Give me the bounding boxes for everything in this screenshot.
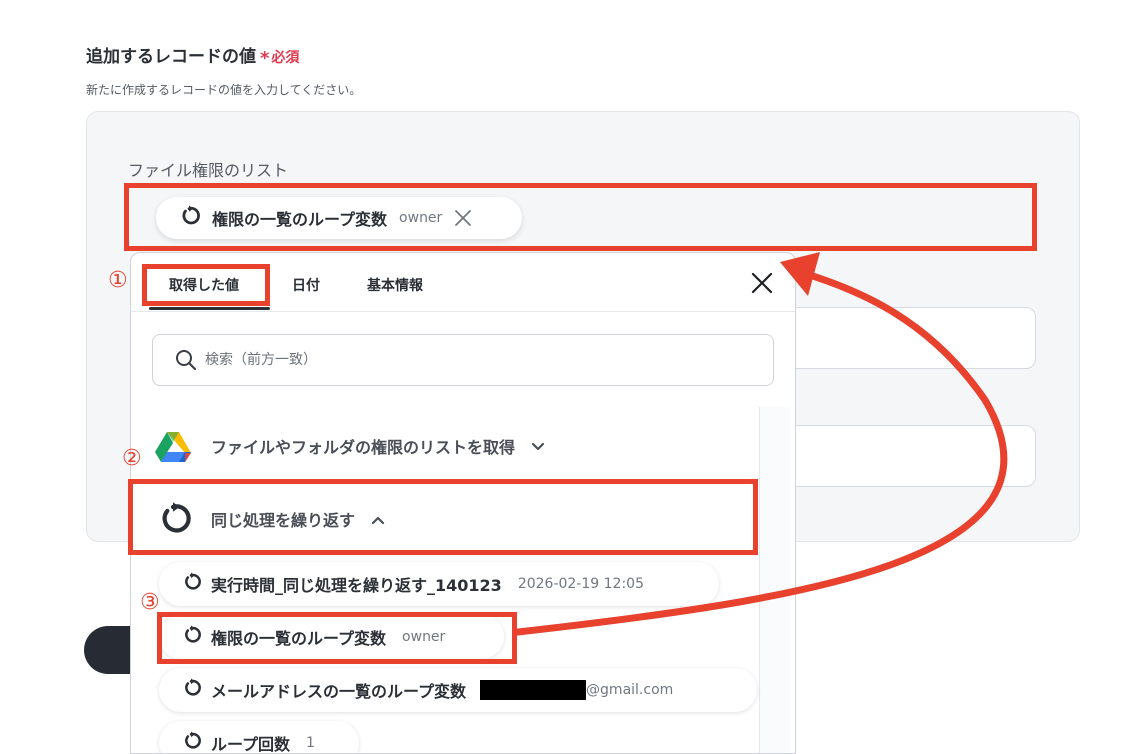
annotation-arrow [514,252,1008,636]
